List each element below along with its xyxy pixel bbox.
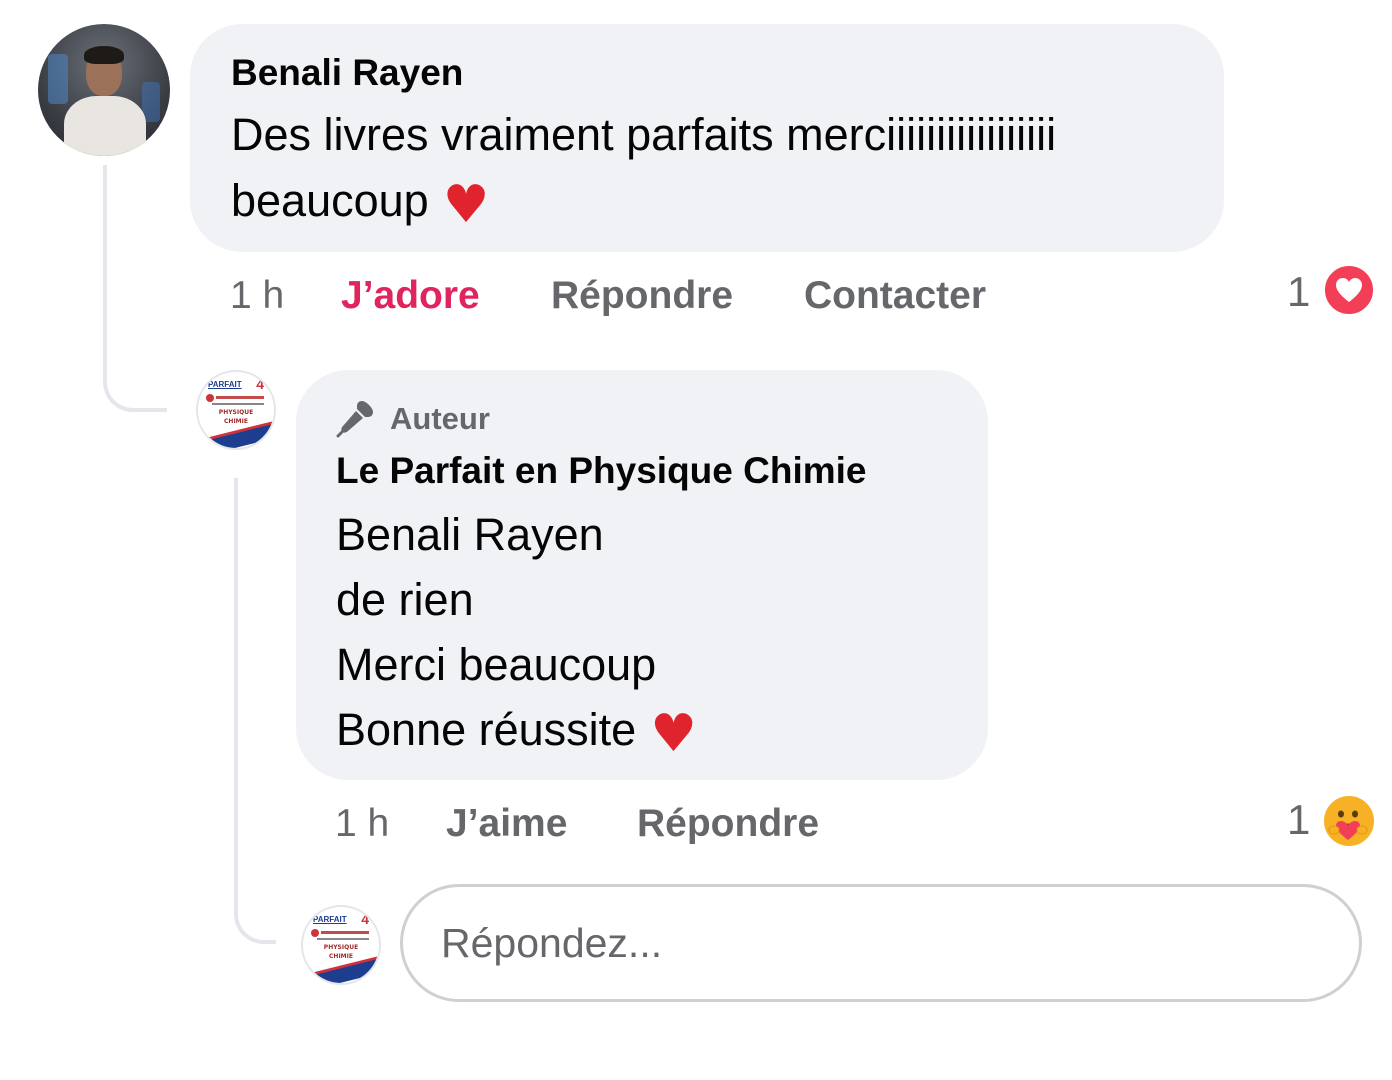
- comment-reply-button[interactable]: Répondre: [551, 274, 733, 318]
- logo-stripe: [317, 938, 369, 940]
- logo-mark: [311, 929, 319, 937]
- reply-text: Bonne réussite: [336, 704, 637, 755]
- reply-input[interactable]: [400, 884, 1362, 1002]
- avatar-body: [64, 96, 146, 156]
- red-heart-emoji: ♥: [650, 704, 697, 764]
- reply-text-line: Merci beaucoup: [336, 639, 657, 690]
- reply-timestamp[interactable]: 1 h: [335, 802, 389, 846]
- reply-reply-button[interactable]: Répondre: [637, 802, 819, 846]
- user-avatar[interactable]: [38, 24, 170, 156]
- reply-text-line: Bonne réussite ♥: [336, 697, 697, 763]
- microphone-icon: [336, 401, 373, 438]
- logo-subtitle: PHYSIQUE: [323, 944, 359, 951]
- page-avatar[interactable]: PARFAIT 4 PHYSIQUE CHIMIE: [196, 370, 276, 450]
- reply-reaction-count[interactable]: 1: [1287, 796, 1310, 844]
- author-badge: Auteur: [336, 398, 490, 438]
- logo-stripe: [216, 396, 264, 399]
- logo-text: PARFAIT: [313, 915, 347, 924]
- care-face-icon: [1328, 810, 1368, 840]
- logo-mark: [206, 394, 214, 402]
- comment-contact-button[interactable]: Contacter: [804, 274, 986, 318]
- author-badge-label: Auteur: [390, 401, 490, 436]
- logo-number: 4: [361, 911, 369, 927]
- logo-subtitle: PHYSIQUE: [218, 409, 254, 416]
- reply-bubble: Auteur Le Parfait en Physique Chimie Ben…: [296, 370, 988, 780]
- comment-timestamp[interactable]: 1 h: [230, 274, 284, 318]
- red-heart-emoji: ♥: [442, 175, 490, 235]
- reply-text-line: de rien: [336, 574, 474, 625]
- comment-text-line: beaucoup ♥: [231, 168, 489, 234]
- love-reaction-icon[interactable]: [1322, 263, 1376, 317]
- reply-mention[interactable]: Benali Rayen: [336, 502, 604, 568]
- comment-like-button[interactable]: J’adore: [341, 274, 480, 318]
- comment-text: beaucoup: [231, 175, 429, 226]
- logo-text: PARFAIT: [208, 380, 242, 389]
- comment-author-name[interactable]: Benali Rayen: [231, 52, 463, 94]
- avatar-background-light: [48, 54, 68, 104]
- avatar-hair: [84, 46, 124, 64]
- logo-stripe: [321, 931, 369, 934]
- comment-text-line: Des livres vraiment parfaits merciiiiiii…: [231, 109, 1057, 160]
- logo-stripe: [212, 403, 264, 405]
- comment-bubble: Benali Rayen Des livres vraiment parfait…: [190, 24, 1224, 252]
- logo-number: 4: [256, 376, 264, 392]
- reply-like-button[interactable]: J’aime: [446, 802, 567, 846]
- thread-connector: [234, 478, 276, 944]
- current-user-avatar[interactable]: PARFAIT 4 PHYSIQUE CHIMIE: [301, 905, 381, 985]
- comment-reaction-count[interactable]: 1: [1287, 268, 1310, 316]
- heart-icon: [1336, 278, 1362, 302]
- care-reaction-icon[interactable]: [1321, 793, 1377, 849]
- reply-author-name[interactable]: Le Parfait en Physique Chimie: [336, 450, 866, 492]
- thread-connector: [103, 165, 167, 412]
